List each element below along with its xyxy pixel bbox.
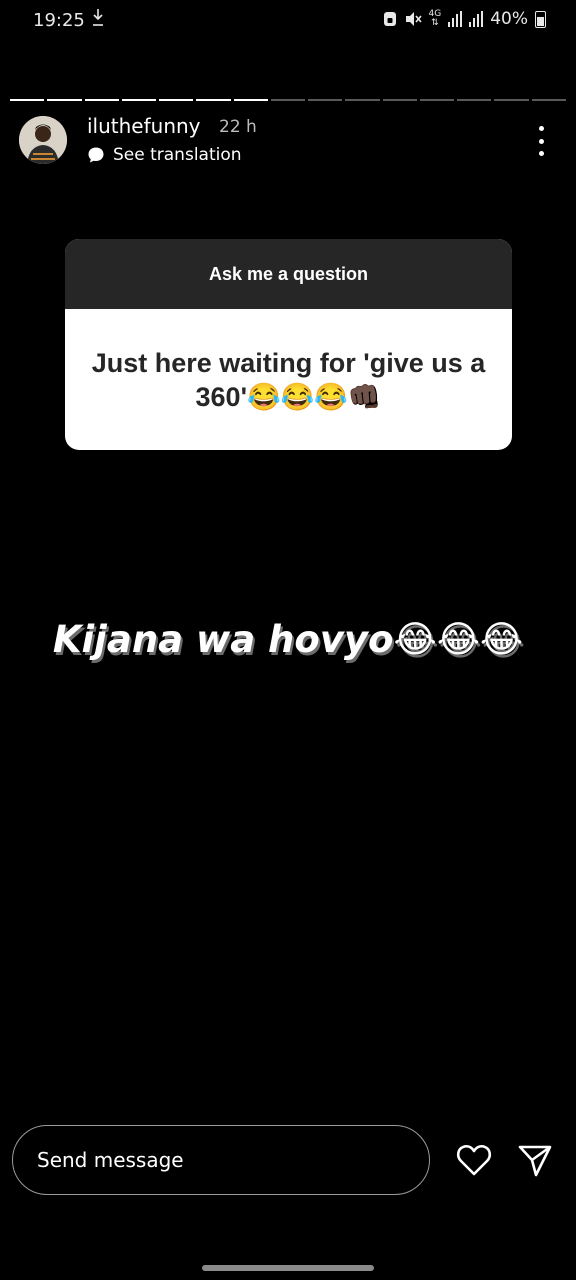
- avatar-image: [19, 116, 67, 164]
- story-caption: Kijana wa hovyo😂😂😂: [52, 618, 524, 661]
- see-translation-label: See translation: [113, 145, 242, 165]
- progress-segment: [121, 99, 157, 101]
- progress-segment: [233, 99, 268, 101]
- nfc-lock-icon: [383, 12, 396, 26]
- download-icon: [93, 9, 103, 26]
- battery-percent: 40%: [490, 9, 528, 29]
- translate-icon: [88, 147, 104, 163]
- signal-icon: [448, 11, 463, 27]
- story-username[interactable]: iluthefunny: [87, 114, 201, 138]
- status-bar: 19:25 4G ⇅ 40%: [0, 0, 576, 44]
- avatar[interactable]: [19, 116, 67, 164]
- home-indicator[interactable]: [202, 1265, 374, 1271]
- network-label: 4G: [428, 9, 442, 19]
- progress-segment: [47, 99, 82, 101]
- send-icon[interactable]: [517, 1142, 553, 1178]
- question-sticker[interactable]: Ask me a question Just here waiting for …: [65, 239, 512, 450]
- status-time: 19:25: [33, 10, 85, 31]
- battery-icon: [535, 10, 546, 28]
- question-prompt: Ask me a question: [65, 239, 512, 309]
- story-progress-bar: [10, 99, 566, 101]
- progress-segment: [345, 99, 380, 101]
- progress-segment: [419, 99, 455, 101]
- progress-segment: [531, 99, 566, 101]
- progress-segment: [84, 99, 119, 101]
- signal-icon: [469, 11, 484, 27]
- see-translation-link[interactable]: See translation: [87, 145, 242, 165]
- network-type: 4G ⇅: [428, 9, 442, 28]
- heart-icon[interactable]: [455, 1143, 493, 1177]
- question-answer: Just here waiting for 'give us a 360'😂😂😂…: [91, 347, 486, 412]
- status-icons: 4G ⇅ 40%: [383, 9, 546, 29]
- progress-segment: [494, 99, 529, 101]
- progress-segment: [308, 99, 343, 101]
- progress-segment: [382, 99, 417, 101]
- progress-segment: [457, 99, 492, 101]
- more-options-icon[interactable]: [534, 126, 548, 156]
- progress-segment: [270, 99, 306, 101]
- send-message-input[interactable]: Send message: [12, 1125, 430, 1195]
- progress-segment: [10, 99, 45, 101]
- progress-segment: [159, 99, 194, 101]
- mute-icon: [405, 12, 422, 26]
- progress-segment: [196, 99, 231, 101]
- send-message-placeholder: Send message: [37, 1148, 184, 1172]
- story-timestamp: 22 h: [219, 117, 257, 137]
